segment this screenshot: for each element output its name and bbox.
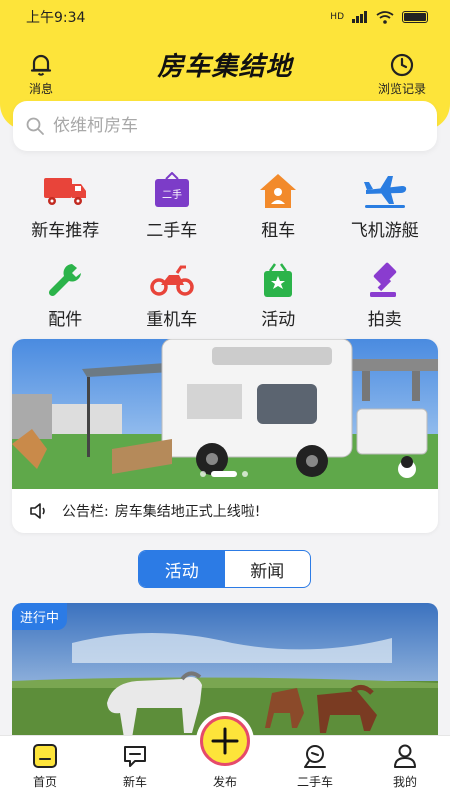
publish-button[interactable] bbox=[200, 716, 250, 766]
secondhand-bag-text: 二手 bbox=[162, 188, 182, 201]
category-activity[interactable]: 活动 bbox=[225, 261, 332, 330]
wifi-icon bbox=[376, 10, 394, 24]
history-label: 浏览记录 bbox=[377, 82, 426, 96]
banner-pagination bbox=[200, 471, 248, 477]
tab-label: 我的 bbox=[392, 775, 417, 789]
notice-text: 房车集结地正式上线啦! bbox=[114, 504, 261, 520]
tab-label: 发布 bbox=[212, 775, 237, 789]
segment-activity[interactable]: 活动 bbox=[139, 551, 225, 587]
search-input[interactable] bbox=[53, 116, 413, 136]
tab-used-car[interactable]: 二手车 bbox=[270, 736, 360, 800]
content-segment: 活动 新闻 bbox=[138, 550, 311, 588]
gift-icon bbox=[264, 263, 293, 297]
truck-icon bbox=[44, 178, 87, 205]
plus-icon bbox=[211, 727, 239, 755]
category-label: 飞机游艇 bbox=[350, 221, 419, 241]
secondhand-bag-icon: 二手 bbox=[154, 172, 189, 207]
category-grid: 新车推荐 二手 二手车 租车 飞机游艇 配件 重机车 活动 拍卖 bbox=[12, 172, 438, 330]
category-rental[interactable]: 租车 bbox=[225, 172, 332, 241]
status-icons: HD bbox=[330, 10, 428, 24]
home-icon bbox=[33, 744, 57, 768]
used-car-icon bbox=[304, 745, 326, 768]
category-parts[interactable]: 配件 bbox=[12, 261, 119, 330]
category-new-car[interactable]: 新车推荐 bbox=[12, 172, 119, 241]
search-icon bbox=[26, 117, 44, 135]
status-badge: 进行中 bbox=[12, 603, 68, 630]
tab-home[interactable]: 首页 bbox=[0, 736, 90, 800]
category-label: 活动 bbox=[261, 310, 296, 330]
publish-fab-wrapper bbox=[196, 712, 254, 770]
status-time: 上午9:34 bbox=[26, 10, 86, 26]
banner-dot[interactable] bbox=[242, 471, 248, 477]
category-label: 拍卖 bbox=[367, 310, 402, 330]
category-label: 租车 bbox=[261, 221, 296, 241]
category-plane-yacht[interactable]: 飞机游艇 bbox=[332, 172, 439, 241]
segment-news[interactable]: 新闻 bbox=[225, 551, 311, 587]
tab-new-car[interactable]: 新车 bbox=[90, 736, 180, 800]
tab-label: 二手车 bbox=[296, 775, 333, 789]
tab-me[interactable]: 我的 bbox=[360, 736, 450, 800]
gavel-icon bbox=[369, 262, 396, 297]
motorcycle-icon bbox=[150, 265, 194, 296]
clock-icon bbox=[390, 53, 414, 77]
status-bar: 上午9:34 HD bbox=[0, 0, 450, 34]
notice-label: 公告栏: bbox=[62, 504, 109, 520]
category-label: 配件 bbox=[48, 310, 83, 330]
tab-label: 新车 bbox=[122, 775, 147, 789]
category-label: 新车推荐 bbox=[31, 221, 100, 241]
banner-dot[interactable] bbox=[200, 471, 206, 477]
notice-bar[interactable]: 公告栏: 房车集结地正式上线啦! bbox=[12, 489, 438, 533]
wrench-icon bbox=[49, 264, 82, 297]
user-icon bbox=[394, 744, 416, 768]
house-icon bbox=[260, 174, 297, 208]
search-bar[interactable] bbox=[13, 101, 437, 151]
category-label: 重机车 bbox=[146, 310, 198, 330]
tab-label: 首页 bbox=[32, 775, 57, 789]
history-button[interactable]: 浏览记录 bbox=[378, 52, 426, 97]
category-auction[interactable]: 拍卖 bbox=[332, 261, 439, 330]
category-used-car[interactable]: 二手 二手车 bbox=[119, 172, 226, 241]
new-car-icon bbox=[124, 746, 146, 767]
banner-image[interactable] bbox=[12, 339, 438, 489]
banner-card[interactable]: 公告栏: 房车集结地正式上线啦! bbox=[12, 339, 438, 533]
category-motorcycle[interactable]: 重机车 bbox=[119, 261, 226, 330]
speaker-icon bbox=[30, 503, 45, 519]
battery-icon bbox=[402, 11, 428, 23]
network-label: HD bbox=[330, 12, 344, 22]
signal-icon bbox=[352, 11, 367, 23]
banner-dot-active[interactable] bbox=[211, 471, 237, 477]
category-label: 二手车 bbox=[146, 221, 198, 241]
airplane-icon bbox=[363, 176, 406, 208]
